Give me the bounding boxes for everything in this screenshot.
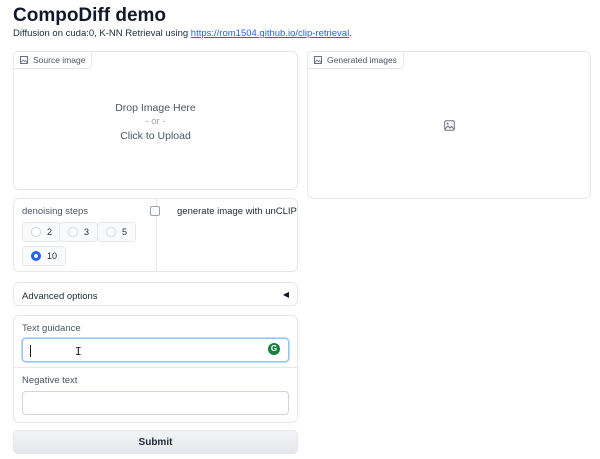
radio-label: 3	[84, 227, 90, 237]
submit-button[interactable]: Submit	[13, 430, 298, 454]
radio-step-2[interactable]: 2	[22, 222, 62, 242]
page-subtitle: Diffusion on cuda:0, K-NN Retrieval usin…	[13, 28, 352, 39]
caret-left-icon: ◀	[282, 290, 289, 299]
text-guidance-label: Text guidance	[22, 323, 81, 334]
ibeam-cursor-icon: I	[75, 345, 82, 358]
subtitle-prefix: Diffusion on cuda:0, K-NN Retrieval usin…	[13, 28, 191, 39]
negative-text-label: Negative text	[22, 375, 78, 386]
subtitle-suffix: .	[349, 28, 352, 39]
radio-dot	[106, 227, 116, 237]
generated-images-label: Generated images	[307, 51, 404, 69]
radio-step-10[interactable]: 10	[22, 246, 67, 266]
radio-dot	[68, 227, 78, 237]
radio-dot	[31, 251, 41, 261]
clip-retrieval-link[interactable]: https://rom1504.github.io/clip-retrieval	[191, 28, 349, 39]
negative-text-input[interactable]	[22, 391, 289, 415]
source-image-dropzone[interactable]: Source image Drop Image Here - or - Clic…	[13, 51, 298, 190]
text-cursor	[30, 345, 31, 357]
unclip-label: generate image with unCLIP	[177, 206, 297, 217]
advanced-options-label: Advanced options	[22, 291, 98, 302]
image-icon	[20, 56, 28, 64]
denoising-steps-label: denoising steps	[22, 206, 89, 217]
radio-label: 2	[47, 227, 53, 237]
radio-label: 5	[122, 227, 128, 237]
generated-images-label-text: Generated images	[327, 55, 397, 65]
advanced-options-accordion[interactable]: Advanced options ◀	[13, 282, 298, 306]
radio-dot	[31, 227, 41, 237]
click-to-upload-text: Click to Upload	[120, 130, 191, 142]
radio-step-5[interactable]: 5	[97, 222, 137, 242]
radio-step-3[interactable]: 3	[59, 222, 99, 242]
unclip-checkbox[interactable]	[150, 206, 160, 216]
image-placeholder-icon	[444, 120, 455, 131]
drop-image-text: Drop Image Here	[115, 102, 196, 114]
text-inputs-panel: Text guidance I G Negative text	[13, 315, 298, 423]
generated-images-gallery: Generated images	[307, 51, 591, 199]
grammar-assistant-icon[interactable]: G	[268, 343, 280, 355]
source-image-label: Source image	[13, 51, 93, 69]
text-guidance-input[interactable]: I G	[22, 338, 289, 362]
upload-instructions: Drop Image Here - or - Click to Upload	[14, 101, 297, 143]
inputs-divider	[14, 367, 297, 368]
radio-label: 10	[47, 251, 58, 261]
page-title: CompoDiff demo	[13, 5, 167, 26]
or-text: - or -	[145, 116, 166, 127]
image-icon	[314, 56, 322, 64]
source-image-label-text: Source image	[33, 55, 86, 65]
